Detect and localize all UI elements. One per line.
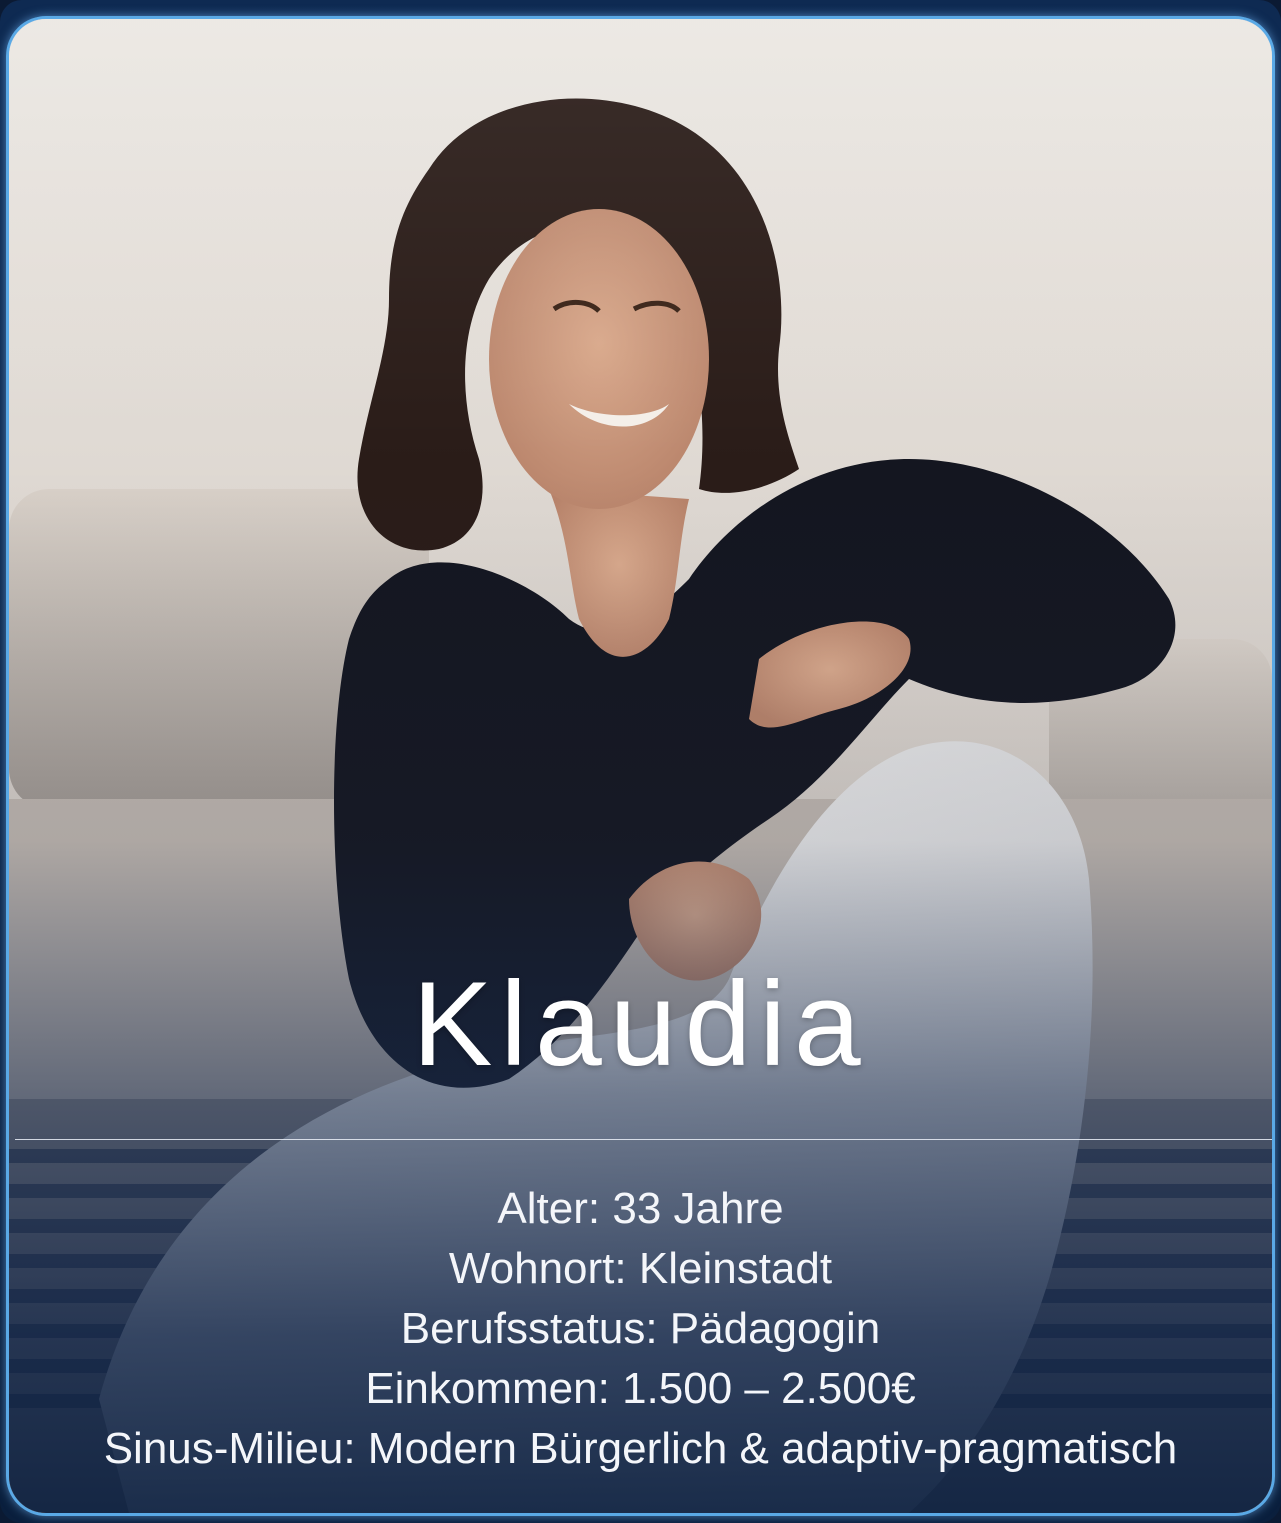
fact-sinus-milieu: Sinus-Milieu: Modern Bürgerlich & adapti… bbox=[103, 1424, 1178, 1473]
persona-name: Klaudia bbox=[412, 957, 869, 1091]
fact-age: Alter: 33 Jahre bbox=[497, 1184, 784, 1233]
card-frame: Klaudia Alter: 33 Jahre Wohnort: Kleinst… bbox=[0, 0, 1281, 1523]
persona-card: Klaudia Alter: 33 Jahre Wohnort: Kleinst… bbox=[6, 16, 1275, 1516]
fact-residence: Wohnort: Kleinstadt bbox=[448, 1244, 833, 1293]
fact-occupation: Berufsstatus: Pädagogin bbox=[400, 1304, 881, 1353]
fact-income: Einkommen: 1.500 – 2.500€ bbox=[365, 1364, 916, 1413]
persona-facts: Alter: 33 Jahre Wohnort: Kleinstadt Beru… bbox=[9, 1179, 1272, 1479]
divider-line bbox=[15, 1139, 1272, 1140]
